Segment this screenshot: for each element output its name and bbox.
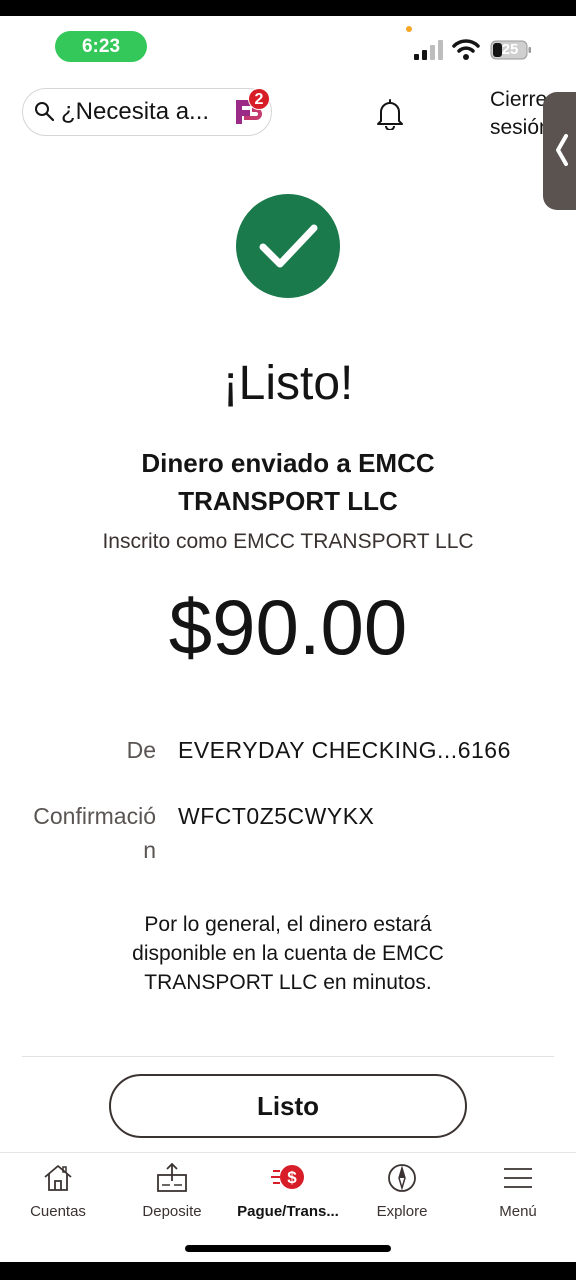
- menu-icon: [504, 1168, 532, 1188]
- tab-label-deposite: Deposite: [142, 1203, 202, 1220]
- transfer-amount: $90.00: [168, 583, 408, 671]
- tab-deposite[interactable]: Deposite: [114, 1161, 230, 1231]
- from-account-value: EVERYDAY CHECKING...6166: [178, 737, 511, 763]
- side-panel-handle[interactable]: [543, 92, 576, 210]
- done-button[interactable]: Listo: [109, 1074, 467, 1138]
- fargo-badge: 2: [248, 88, 270, 110]
- tab-label-pague-transfiera: Pague/Trans...: [237, 1203, 339, 1220]
- tab-menu[interactable]: Menú: [460, 1161, 576, 1231]
- tab-explore[interactable]: Explore: [344, 1161, 460, 1231]
- tab-label-menu: Menú: [499, 1203, 537, 1220]
- success-checkmark-icon: [236, 194, 340, 298]
- home-indicator[interactable]: [185, 1245, 391, 1252]
- enrolled-name: Inscrito como EMCC TRANSPORT LLC: [102, 530, 474, 553]
- availability-note: Por lo general, el dinero estará disponi…: [132, 913, 444, 994]
- status-time: 6:23: [55, 31, 147, 62]
- cellular-signal-icon: [414, 40, 443, 60]
- recipient-message: Dinero enviado a EMCC TRANSPORT LLC: [141, 448, 435, 516]
- fargo-assistant-button[interactable]: 2: [230, 88, 270, 130]
- search-placeholder: ¿Necesita a...: [61, 98, 210, 125]
- tab-cuentas[interactable]: Cuentas: [0, 1161, 116, 1231]
- sign-out-link[interactable]: Cierre sesión: [490, 86, 550, 142]
- confirmation-number: WFCT0Z5CWYKX: [178, 803, 375, 829]
- pay-transfer-icon: $: [271, 1165, 304, 1189]
- from-label: De: [126, 737, 156, 763]
- app-screen: 6:23 25 ¿Necesita a... 2 Cierre sesión ¡…: [0, 16, 576, 1262]
- search-icon: [35, 102, 55, 122]
- bell-icon[interactable]: [375, 98, 405, 130]
- sign-out-line-1: Cierre: [490, 88, 548, 111]
- tab-label-cuentas: Cuentas: [30, 1203, 86, 1220]
- compass-icon: [388, 1164, 416, 1192]
- top-bezel: [0, 0, 576, 16]
- battery-level: 25: [501, 41, 519, 58]
- bottom-bezel: [0, 1262, 576, 1280]
- tab-pague-transfiera[interactable]: $ Pague/Trans...: [230, 1161, 346, 1231]
- deposit-icon: [157, 1162, 187, 1192]
- home-icon: [44, 1165, 72, 1191]
- battery-indicator: 25: [490, 40, 532, 60]
- tab-label-explore: Explore: [376, 1203, 428, 1220]
- wifi-icon: [452, 39, 480, 60]
- page-title: ¡Listo!: [222, 357, 354, 410]
- svg-text:$: $: [287, 1168, 297, 1187]
- confirmation-label: Confirmación: [33, 803, 156, 863]
- chevron-left-icon: [556, 134, 568, 166]
- divider: [22, 1056, 554, 1057]
- privacy-indicator-dot: [406, 26, 412, 32]
- sign-out-line-2: sesión: [490, 116, 550, 139]
